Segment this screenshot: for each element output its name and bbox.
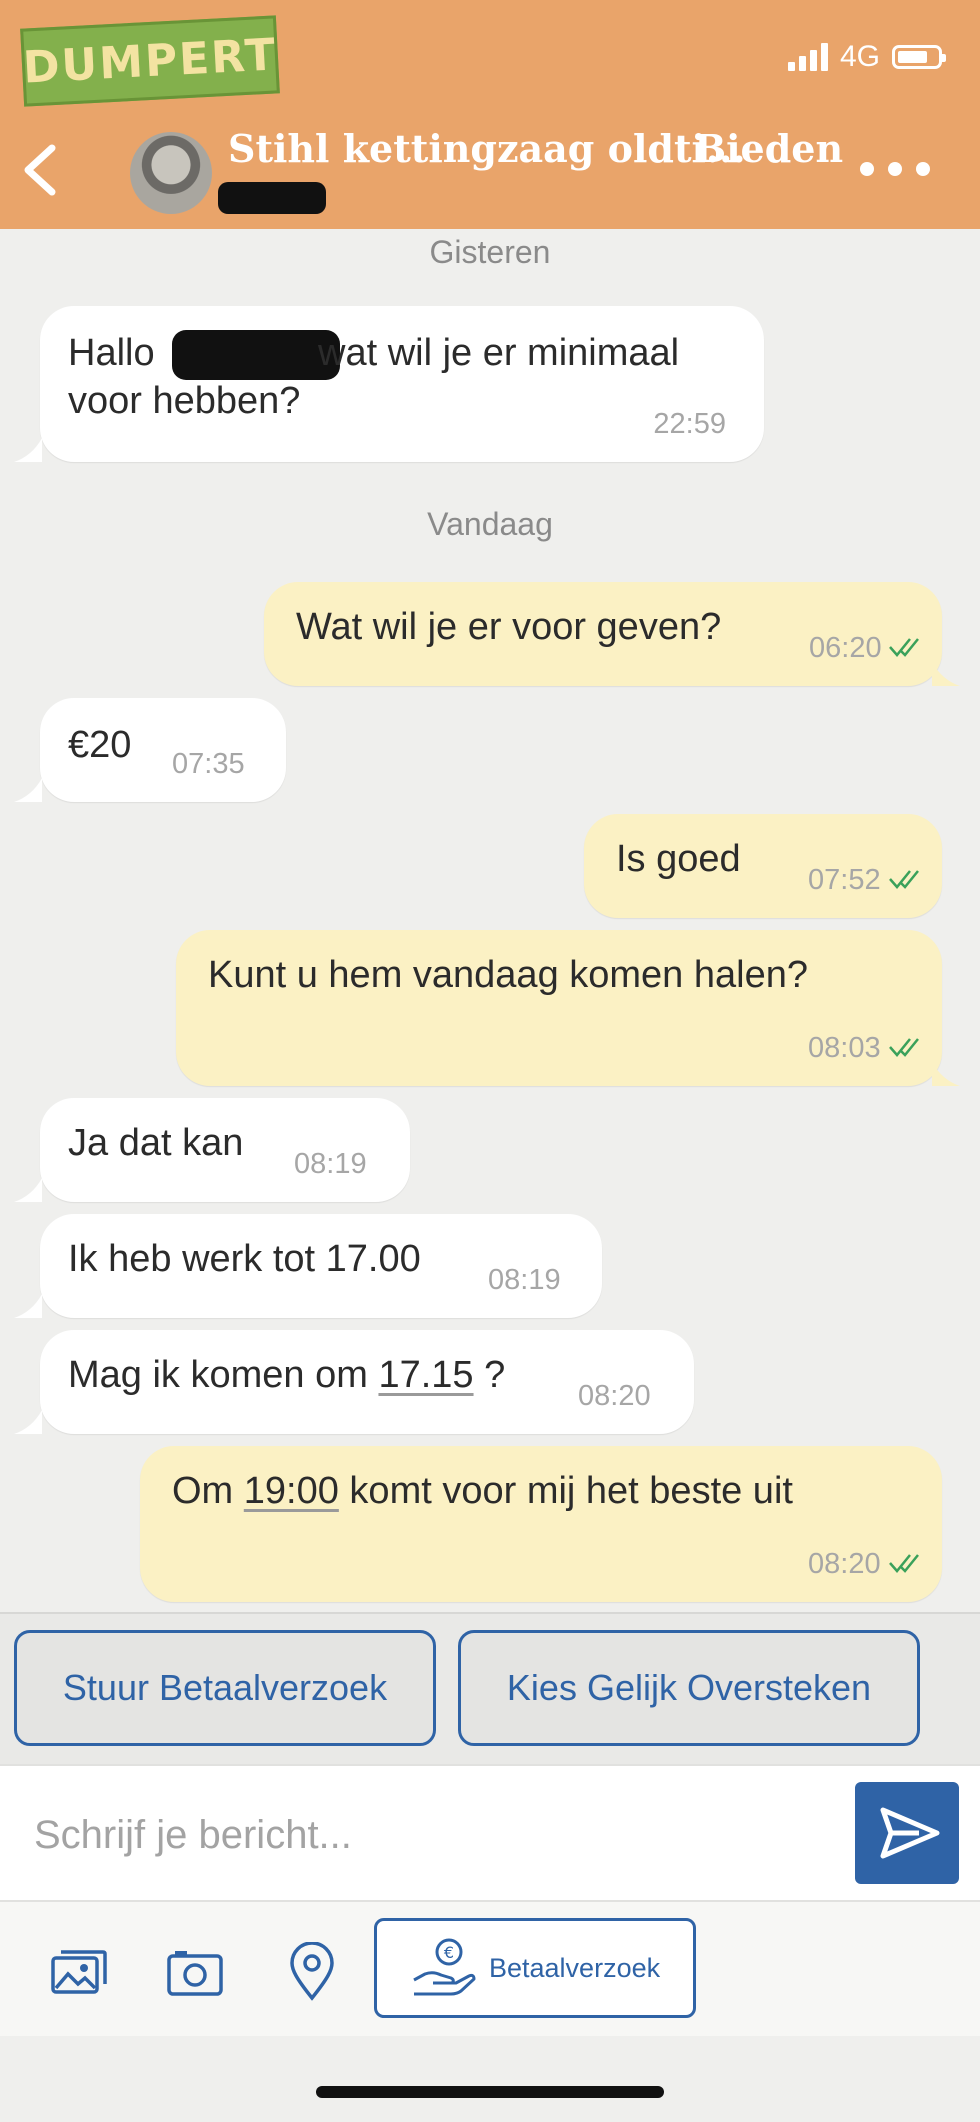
day-label: Gisteren bbox=[429, 234, 551, 270]
avatar[interactable] bbox=[130, 132, 212, 214]
bid-button[interactable]: Bieden bbox=[694, 126, 843, 171]
back-icon[interactable] bbox=[18, 140, 62, 200]
send-icon bbox=[880, 1807, 940, 1859]
time-link[interactable]: 17.15 bbox=[378, 1354, 473, 1396]
message-text: voor hebben? bbox=[68, 380, 301, 422]
message-text: Om 19:00 komt voor mij het beste uit bbox=[172, 1470, 793, 1512]
message-text: Ik heb werk tot 17.00 bbox=[68, 1238, 421, 1280]
attachment-toolbar: € Betaalverzoek bbox=[0, 1900, 980, 2036]
battery-icon bbox=[892, 45, 946, 69]
bubble-tail bbox=[932, 1062, 960, 1086]
more-icon[interactable] bbox=[860, 162, 930, 176]
bubble-tail bbox=[932, 662, 960, 686]
message-text: Ja dat kan bbox=[68, 1122, 244, 1164]
message-time: 22:59 bbox=[653, 408, 726, 440]
gallery-icon[interactable] bbox=[50, 1948, 108, 1998]
message-time: 07:52 bbox=[808, 864, 881, 896]
signal-icon bbox=[787, 43, 828, 71]
message-text: Wat wil je er voor geven? bbox=[296, 606, 722, 648]
message-time: 06:20 bbox=[809, 632, 882, 664]
message-input[interactable] bbox=[32, 1796, 816, 1874]
message-time: 08:20 bbox=[808, 1548, 881, 1580]
message-incoming[interactable]: €20 07:35 bbox=[40, 698, 286, 802]
redacted-username bbox=[218, 182, 326, 214]
location-icon[interactable] bbox=[286, 1942, 338, 2002]
bubble-tail bbox=[14, 1294, 42, 1318]
message-outgoing[interactable]: Is goed 07:52 bbox=[584, 814, 942, 918]
pay-hand-icon: € bbox=[413, 1938, 476, 1996]
redacted-name bbox=[172, 330, 340, 380]
watermark-logo: DUMPERT bbox=[20, 15, 280, 107]
message-outgoing[interactable]: Kunt u hem vandaag komen halen? 08:03 bbox=[176, 930, 942, 1086]
payment-request-label: Betaalverzoek bbox=[489, 1952, 661, 1983]
message-incoming[interactable]: Ja dat kan 08:19 bbox=[40, 1098, 410, 1202]
message-incoming[interactable]: Mag ik komen om 17.15 ? 08:20 bbox=[40, 1330, 694, 1434]
double-check-icon bbox=[889, 638, 919, 657]
double-check-icon bbox=[889, 1038, 919, 1057]
payment-request-button[interactable]: € Betaalverzoek bbox=[374, 1918, 696, 2018]
message-text: Is goed bbox=[616, 838, 741, 880]
composer bbox=[0, 1764, 980, 1902]
day-label: Vandaag bbox=[427, 506, 553, 542]
camera-icon[interactable] bbox=[166, 1948, 224, 1998]
message-time: 08:19 bbox=[294, 1148, 367, 1180]
message-incoming[interactable]: Hallo wat wil je er minimaal voor hebben… bbox=[40, 306, 764, 462]
message-time: 07:35 bbox=[172, 748, 245, 780]
double-check-icon bbox=[889, 1554, 919, 1573]
bubble-tail bbox=[14, 1410, 42, 1434]
message-text: Hallo bbox=[68, 332, 155, 374]
choose-direct-exchange-button[interactable]: Kies Gelijk Oversteken bbox=[458, 1630, 920, 1746]
message-outgoing[interactable]: Wat wil je er voor geven? 06:20 bbox=[264, 582, 942, 686]
send-button[interactable] bbox=[855, 1782, 959, 1884]
double-check-icon bbox=[889, 870, 919, 889]
quick-action-bar: Stuur Betaalverzoek Kies Gelijk Overstek… bbox=[0, 1612, 980, 1766]
message-time: 08:19 bbox=[488, 1264, 561, 1296]
message-text: wat wil je er minimaal bbox=[318, 332, 680, 374]
bubble-tail bbox=[14, 778, 42, 802]
message-text: €20 bbox=[68, 724, 132, 766]
network-type: 4G bbox=[839, 40, 880, 73]
svg-text:€: € bbox=[444, 1943, 454, 1962]
message-outgoing[interactable]: Om 19:00 komt voor mij het beste uit 08:… bbox=[140, 1446, 942, 1602]
chat-header: DUMPERT 4G Stihl kettingzaag oldti... Bi… bbox=[0, 0, 980, 229]
send-payment-request-button[interactable]: Stuur Betaalverzoek bbox=[14, 1630, 436, 1746]
home-indicator[interactable] bbox=[316, 2086, 664, 2098]
message-incoming[interactable]: Ik heb werk tot 17.00 08:19 bbox=[40, 1214, 602, 1318]
listing-title[interactable]: Stihl kettingzaag oldti... bbox=[228, 126, 746, 171]
status-bar-right: 4G bbox=[787, 40, 946, 74]
message-text: Mag ik komen om 17.15 ? bbox=[68, 1354, 506, 1396]
message-text: Kunt u hem vandaag komen halen? bbox=[208, 954, 808, 996]
bubble-tail bbox=[14, 1178, 42, 1202]
bubble-tail bbox=[14, 438, 42, 462]
message-time: 08:20 bbox=[578, 1380, 651, 1412]
message-time: 08:03 bbox=[808, 1032, 881, 1064]
time-link[interactable]: 19:00 bbox=[244, 1470, 339, 1512]
